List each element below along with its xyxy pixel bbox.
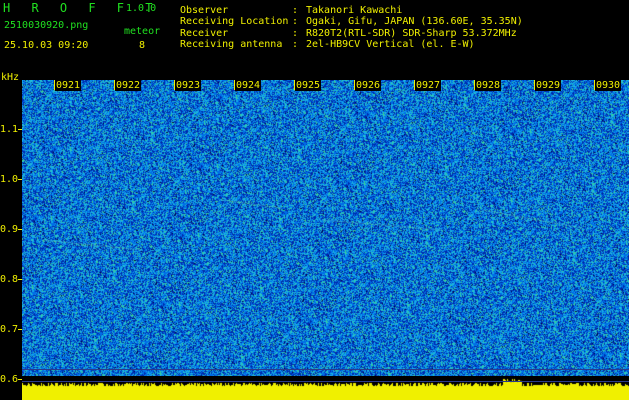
time-label: 0923 [175,80,202,91]
time-label: 0929 [535,80,562,91]
file-datetime: 25.10.03 09:20 [4,40,89,51]
info-sep-antenna: : [292,39,299,50]
time-label: 0921 [55,80,82,91]
time-label: 0926 [355,80,382,91]
time-label: 0930 [595,80,622,91]
info-value-antenna: 2el-HB9CV Vertical (el. E-W) [306,39,475,50]
reference-line [22,369,629,370]
y-tick-mark [18,279,22,280]
y-tick-label: 0.9 [0,224,19,235]
app-version: 1.0.0 [126,3,157,14]
y-tick-mark [18,379,22,380]
time-label: 0924 [235,80,262,91]
y-tick-label: 0.8 [0,274,19,285]
meteor-label: meteor [124,26,161,37]
info-key-antenna: Receiving antenna [180,39,283,50]
info-sep-receiver: : [292,28,299,39]
y-tick-mark [18,129,22,130]
time-label: 0925 [295,80,322,91]
time-label: 0928 [475,80,502,91]
time-label: 0922 [115,80,142,91]
file-name: 2510030920.png [4,20,89,31]
info-key-location: Receiving Location [180,16,289,27]
waterfall-spectrogram [22,80,629,386]
y-tick-mark [18,329,22,330]
info-sep-observer: : [292,5,299,16]
info-key-observer: Observer [180,5,229,16]
info-value-location: Ogaki, Gifu, JAPAN (136.60E, 35.35N) [306,16,523,27]
y-tick-label: 1.1 [0,124,19,135]
time-label: 0927 [415,80,442,91]
reference-line [22,381,629,382]
info-value-observer: Takanori Kawachi [306,5,403,16]
y-tick-mark [18,179,22,180]
y-tick-label: 0.6 [0,374,19,385]
noise-floor-bar [22,376,629,400]
y-tick-mark [18,229,22,230]
info-value-receiver: R820T2(RTL-SDR) SDR-Sharp 53.372MHz [306,28,517,39]
info-key-receiver: Receiver [180,28,229,39]
meteor-count: 8 [139,40,146,51]
info-sep-location: : [292,16,299,27]
frequency-unit-label: kHz [1,72,20,83]
y-tick-label: 0.7 [0,324,19,335]
y-tick-label: 1.0 [0,174,19,185]
